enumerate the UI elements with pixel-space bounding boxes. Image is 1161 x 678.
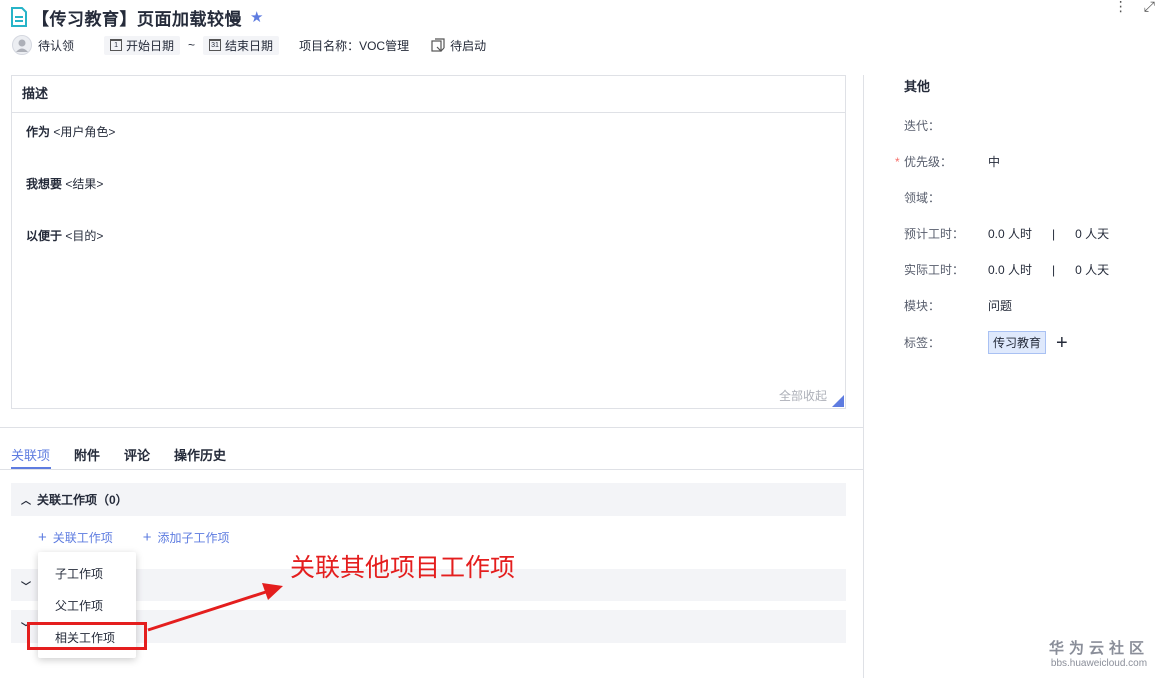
watermark-cn: 华为云社区 — [1048, 640, 1149, 657]
watermark-en: bbs.huaweicloud.com — [1050, 658, 1148, 669]
annotation-text: 关联其他项目工作项 — [290, 553, 516, 582]
annotation-arrow — [147, 583, 283, 632]
watermark: 华为云社区 bbs.huaweicloud.com — [1049, 637, 1149, 669]
